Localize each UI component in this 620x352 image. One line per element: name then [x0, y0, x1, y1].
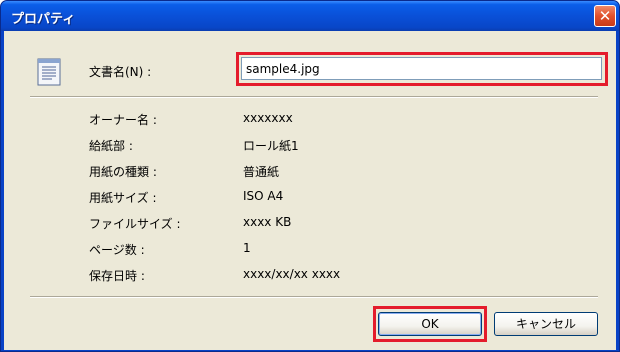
owner-value: xxxxxxx [243, 111, 293, 125]
document-name-label: 文書名(N) : [89, 65, 152, 79]
document-icon [37, 58, 61, 86]
close-button[interactable]: ✕ [594, 5, 616, 27]
media-type-label: 用紙の種類 : [89, 165, 157, 179]
separator-bottom [30, 296, 598, 298]
paper-size-value: ISO A4 [243, 189, 284, 203]
paper-source-value: ロール紙1 [243, 139, 299, 153]
page-count-value: 1 [243, 241, 251, 255]
saved-date-label: 保存日時 : [89, 269, 145, 283]
window-title: プロパティ [11, 12, 76, 27]
title-bar[interactable]: プロパティ ✕ [1, 1, 619, 31]
file-size-label: ファイルサイズ : [89, 217, 181, 231]
media-type-value: 普通紙 [243, 165, 280, 179]
file-size-value: xxxx KB [243, 215, 292, 229]
ok-button[interactable]: OK [378, 312, 482, 336]
paper-source-label: 給紙部 : [89, 139, 133, 153]
saved-date-value: xxxx/xx/xx xxxx [243, 267, 341, 281]
document-name-input[interactable] [241, 57, 602, 80]
cancel-button[interactable]: キャンセル [494, 312, 598, 336]
owner-label: オーナー名 : [89, 113, 157, 127]
close-icon: ✕ [598, 7, 612, 25]
paper-size-label: 用紙サイズ : [89, 191, 157, 205]
page-count-label: ページ数 : [89, 243, 145, 257]
separator-top [30, 96, 598, 98]
